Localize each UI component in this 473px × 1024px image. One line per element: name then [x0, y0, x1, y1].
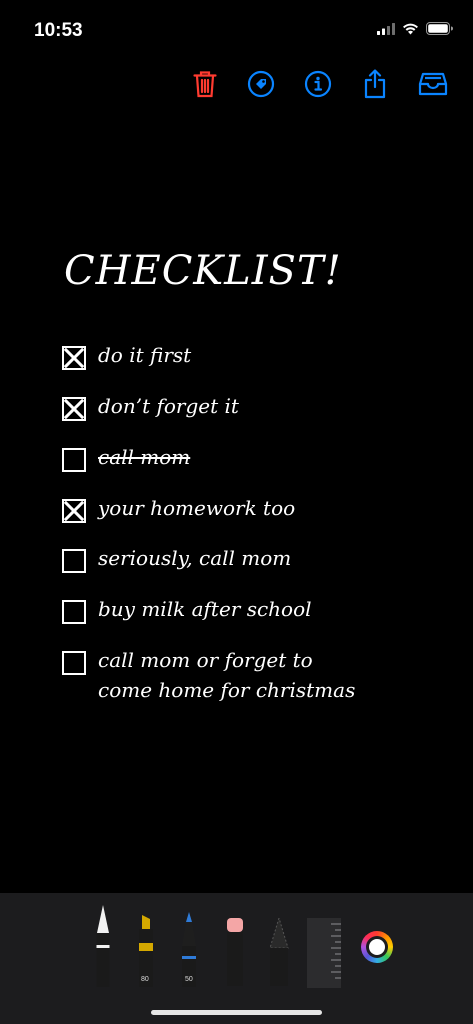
item-text: seriously, call mom: [98, 546, 292, 570]
checkbox-unchecked[interactable]: [62, 549, 86, 573]
checkbox-checked[interactable]: [62, 346, 86, 370]
checklist-item[interactable]: call mom: [62, 442, 190, 472]
eraser-tool[interactable]: [223, 918, 247, 991]
tray-icon: [418, 72, 448, 101]
note-toolbar: [0, 64, 473, 108]
checklist-item[interactable]: buy milk after school: [62, 594, 312, 624]
pen-tool[interactable]: [92, 905, 114, 992]
delete-button[interactable]: [187, 68, 223, 104]
share-icon: [363, 68, 387, 104]
ruler-icon: [307, 918, 341, 992]
item-text: your homework too: [98, 496, 296, 520]
home-indicator[interactable]: [151, 1010, 322, 1015]
lasso-tool[interactable]: [266, 916, 292, 991]
tag-button[interactable]: [243, 68, 279, 104]
status-icons: [377, 22, 453, 40]
status-time: 10:53: [34, 20, 83, 41]
tag-icon: [247, 70, 275, 103]
checkbox-unchecked[interactable]: [62, 651, 86, 675]
checkbox-checked[interactable]: [62, 499, 86, 523]
wifi-icon: [402, 22, 419, 40]
checklist-item[interactable]: call mom or forget to come home for chri…: [62, 645, 355, 705]
checkbox-checked[interactable]: [62, 397, 86, 421]
item-text: don’t forget it: [98, 394, 239, 418]
ruler-tool[interactable]: [307, 918, 341, 993]
checkbox-unchecked[interactable]: [62, 600, 86, 624]
eraser-icon: [223, 918, 247, 990]
info-button[interactable]: [300, 68, 336, 104]
item-text: call mom or forget to come home for chri…: [98, 648, 356, 702]
marker-size-label: 80: [141, 976, 149, 983]
cellular-signal-icon: [377, 22, 395, 40]
battery-icon: [426, 22, 453, 40]
checklist-item[interactable]: do it first: [62, 340, 191, 370]
share-button[interactable]: [357, 68, 393, 104]
screen: 10:53 CHECKLIST! do it first don’t forge…: [0, 0, 473, 1024]
lasso-icon: [266, 916, 292, 990]
checkbox-unchecked[interactable]: [62, 448, 86, 472]
info-icon: [304, 70, 332, 103]
trash-icon: [193, 70, 217, 103]
item-text: do it first: [98, 343, 192, 367]
color-wheel-icon: [366, 936, 388, 958]
pencil-size-label: 50: [185, 976, 193, 983]
archive-button[interactable]: [415, 68, 451, 104]
note-title: CHECKLIST!: [64, 248, 342, 294]
pen-icon: [92, 905, 114, 991]
status-bar: 10:53: [0, 0, 473, 60]
item-text: call mom: [98, 445, 191, 469]
checklist-item[interactable]: your homework too: [62, 493, 295, 523]
checklist-item[interactable]: seriously, call mom: [62, 543, 291, 573]
item-text: buy milk after school: [98, 597, 312, 621]
checklist-item[interactable]: don’t forget it: [62, 391, 239, 421]
color-picker-button[interactable]: [361, 931, 393, 963]
